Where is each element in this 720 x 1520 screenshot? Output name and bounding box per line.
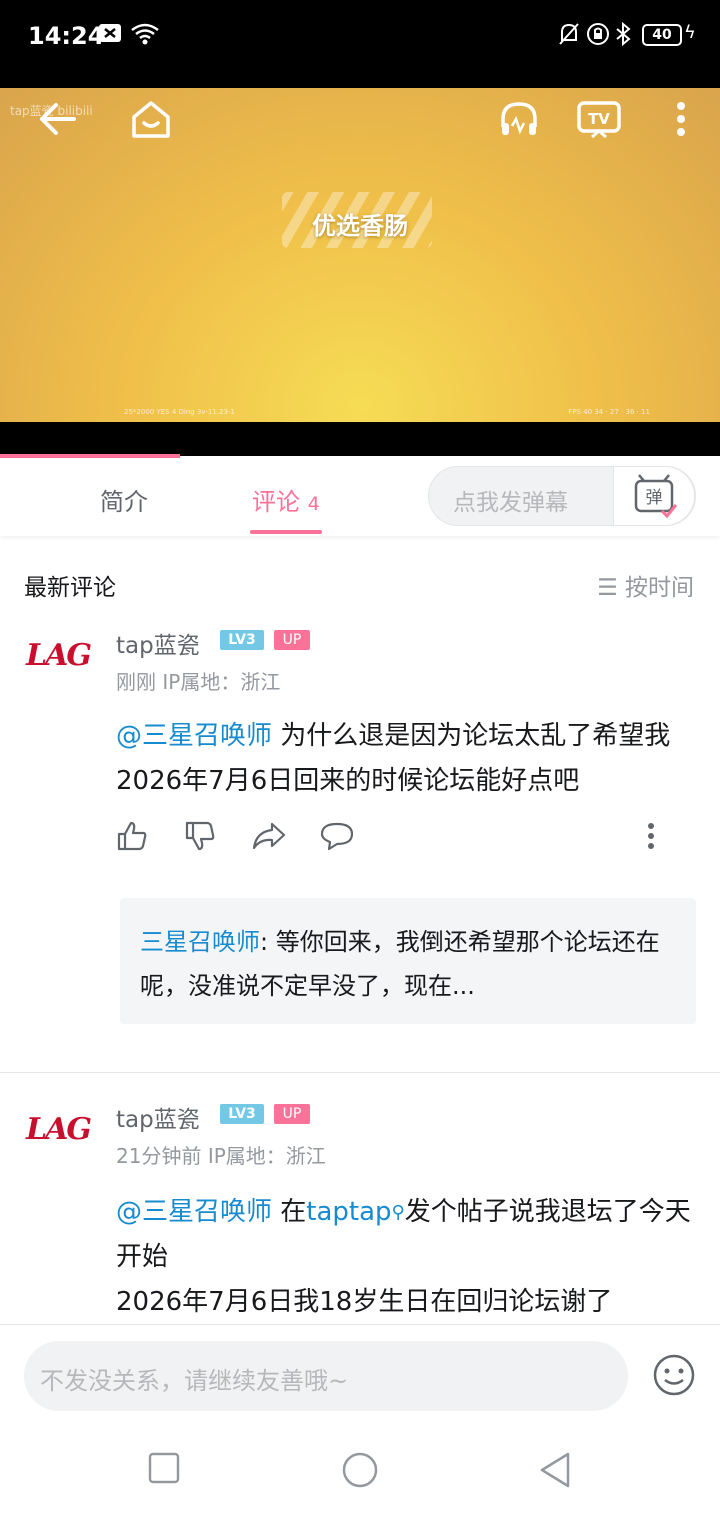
reply-preview[interactable]: 三星召唤师: 等你回来，我倒还希望那个论坛还在呢，没准说不定早没了，现在...: [120, 898, 696, 1024]
like-button[interactable]: [116, 820, 150, 854]
active-tab-indicator: [250, 530, 322, 534]
sort-by-time-button[interactable]: ☰ 按时间: [597, 568, 694, 602]
comment-time: 刚刚: [116, 670, 156, 694]
triangle-back-icon: [540, 1452, 570, 1488]
danmaku-placeholder: 点我发弹幕: [453, 490, 568, 516]
up-badge: UP: [274, 630, 310, 650]
comment-bubble-icon: [320, 822, 354, 851]
tab-bar: 简介 评论 4 点我发弹幕 弹: [0, 458, 720, 536]
back-arrow-icon: [40, 103, 76, 135]
status-bar: 14:24 40 ϟ: [0, 0, 720, 88]
danmaku-input[interactable]: 点我发弹幕 弹: [428, 466, 696, 526]
up-badge: UP: [274, 1104, 310, 1124]
notification-icon: [98, 22, 124, 49]
more-options-button[interactable]: [656, 94, 706, 144]
bluetooth-icon: [614, 21, 632, 51]
mention-link[interactable]: @三星召唤师: [116, 1197, 272, 1227]
comments-section-title: 最新评论: [24, 575, 116, 601]
search-link[interactable]: taptap: [306, 1197, 391, 1227]
sort-label: 按时间: [625, 575, 694, 601]
comment-input-placeholder: 不发没关系，请继续友善哦~: [40, 1367, 349, 1395]
video-version-text: 25*2000 YES 4 Ding 3v-11.23-1: [124, 408, 235, 416]
mute-bell-icon: [558, 22, 580, 51]
square-icon: [148, 1452, 180, 1484]
comment-meta: 21分钟前 IP属地：浙江: [116, 1140, 326, 1169]
video-caption: 优选香肠: [312, 212, 408, 240]
more-vertical-icon: [677, 102, 685, 136]
home-icon: [132, 101, 170, 138]
video-bottom-bar: [0, 422, 720, 456]
reply-username[interactable]: 三星召唤师: [140, 928, 260, 956]
comment-text: 在: [272, 1197, 307, 1227]
tab-intro[interactable]: 简介: [100, 482, 148, 517]
comment-ip: IP属地：浙江: [207, 1144, 326, 1168]
comment-ip: IP属地：浙江: [162, 670, 281, 694]
video-fps-text: FPS 40 34 · 27 · 36 · 11: [568, 408, 650, 416]
share-button[interactable]: [252, 820, 286, 854]
circle-icon: [342, 1452, 378, 1488]
comment-input[interactable]: 不发没关系，请继续友善哦~: [24, 1341, 628, 1411]
cast-tv-button[interactable]: TV: [574, 94, 624, 144]
danmaku-icon: 弹: [634, 474, 678, 519]
reply-text: 三星召唤师: 等你回来，我倒还希望那个论坛还在呢，没准说不定早没了，现在...: [140, 920, 660, 1008]
reply-button[interactable]: [320, 820, 354, 854]
comment-time: 21分钟前: [116, 1144, 202, 1168]
home-button[interactable]: [126, 94, 176, 144]
rotation-lock-icon: [586, 22, 610, 51]
system-nav-bar: [0, 1420, 720, 1520]
home-nav-button[interactable]: [340, 1450, 380, 1490]
charging-icon: ϟ: [684, 22, 696, 43]
mention-link[interactable]: @三星召唤师: [116, 721, 272, 751]
comment-username[interactable]: tap蓝瓷: [116, 626, 200, 660]
back-button[interactable]: [32, 94, 82, 144]
level-badge: LV3: [220, 1104, 264, 1124]
share-icon: [252, 822, 286, 850]
comment-actions: [116, 820, 686, 860]
comment-body: @三星召唤师 为什么退是因为论坛太乱了希望我2026年7月6日回来的时候论坛能好…: [116, 714, 696, 804]
comment-meta: 刚刚 IP属地：浙江: [116, 666, 280, 695]
avatar[interactable]: LAG: [26, 638, 92, 694]
status-time: 14:24: [28, 22, 105, 50]
search-icon: ⚲: [391, 1202, 405, 1223]
thumbs-up-icon: [117, 821, 147, 851]
wifi-icon: [130, 22, 160, 51]
comment-more-button[interactable]: [646, 820, 680, 854]
headphones-icon: [501, 102, 537, 135]
recent-apps-button[interactable]: [146, 1450, 186, 1490]
svg-text:弹: 弹: [646, 488, 663, 508]
sort-menu-icon: ☰: [597, 575, 625, 601]
comment-username[interactable]: tap蓝瓷: [116, 1100, 200, 1134]
emoji-icon: [653, 1354, 695, 1396]
level-badge: LV3: [220, 630, 264, 650]
back-nav-button[interactable]: [538, 1450, 578, 1490]
tab-comments[interactable]: 评论 4: [252, 482, 320, 517]
emoji-button[interactable]: [652, 1353, 696, 1397]
danmaku-toggle-button[interactable]: 弹: [613, 466, 695, 526]
battery-indicator: 40: [642, 24, 682, 46]
comment-body: @三星召唤师 在taptap⚲发个帖子说我退坛了今天开始 2026年7月6日我18…: [116, 1190, 696, 1325]
audio-mode-button[interactable]: [494, 94, 544, 144]
dislike-button[interactable]: [184, 820, 218, 854]
tab-comments-label: 评论: [252, 488, 300, 516]
comment-divider: [0, 1072, 720, 1073]
tab-comments-count: 4: [307, 493, 320, 515]
comment-text-line3: 2026年7月6日我18岁生日在回归论坛谢了: [116, 1287, 613, 1317]
avatar[interactable]: LAG: [26, 1112, 92, 1168]
svg-text:TV: TV: [588, 110, 610, 128]
more-vertical-icon: [648, 823, 654, 849]
video-player[interactable]: tap蓝瓷 bilibili 优选香肠 25*2000 YES 4 Ding 3…: [0, 88, 720, 422]
thumbs-down-icon: [185, 821, 215, 851]
tv-icon: TV: [577, 101, 621, 139]
